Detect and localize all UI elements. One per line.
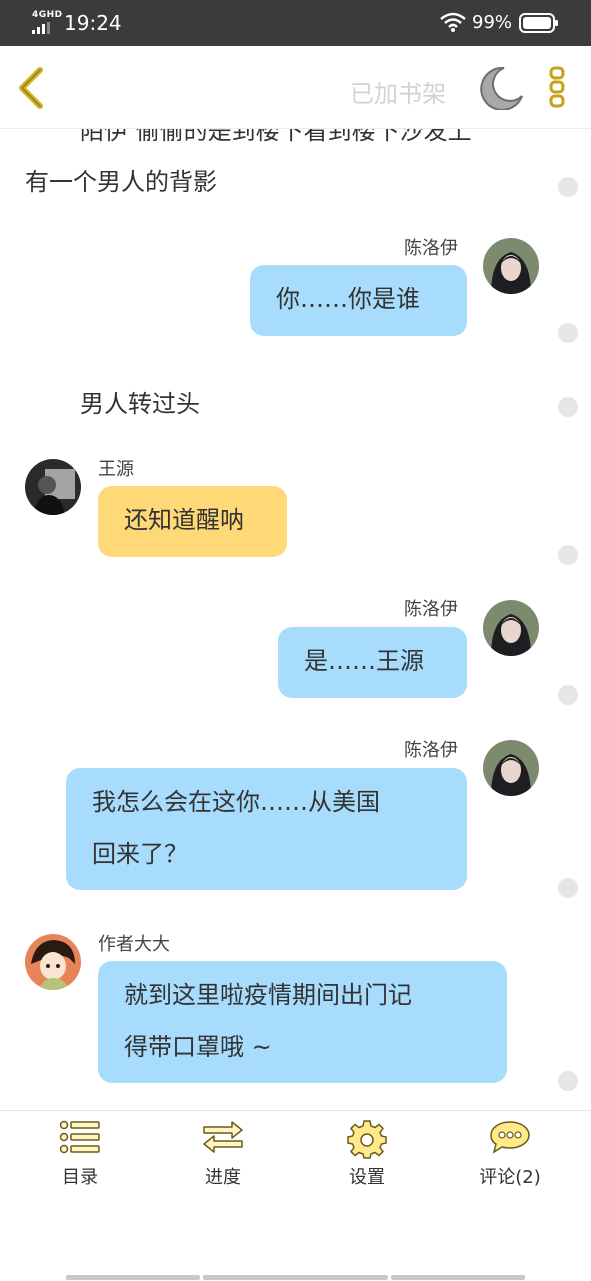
gear-icon: [347, 1120, 387, 1159]
chat-bubble: 是……王源: [278, 627, 467, 698]
swap-arrows-icon: [203, 1121, 243, 1153]
network-indicator: 4GHD: [32, 10, 63, 20]
chat-bubble: 我怎么会在这你……从美国 回来了？: [66, 768, 467, 890]
paragraph-comment-dot[interactable]: [558, 1071, 578, 1091]
chat-bubble: 还知道醒呐: [98, 486, 287, 557]
speaker-name: 作者大大: [98, 934, 170, 955]
back-arrow-icon[interactable]: [14, 66, 48, 110]
narration-cut-line: 陌伊 偷偷的是到楼下看到楼下沙发上: [80, 129, 472, 145]
avatar[interactable]: [483, 238, 539, 294]
added-to-shelf-label[interactable]: 已加书架: [350, 74, 446, 109]
avatar[interactable]: [25, 459, 81, 515]
chat-bubble-text: 我怎么会在这你……从美国: [92, 788, 380, 816]
chat-bubble-text: 就到这里啦疫情期间出门记: [124, 981, 412, 1009]
narration-line: 男人转过头: [80, 390, 200, 418]
reader-header: 已加书架: [0, 46, 591, 129]
chat-bubble-text: 是……王源: [304, 647, 424, 675]
chat-bubble-text: 得带口罩哦 ~: [124, 1033, 272, 1061]
speaker-name: 陈洛伊: [404, 238, 458, 259]
paragraph-comment-dot[interactable]: [558, 397, 578, 417]
paragraph-comment-dot[interactable]: [558, 177, 578, 197]
speaker-name: 陈洛伊: [404, 599, 458, 620]
bottom-toolbar: 目录 进度 设置 评论(2): [0, 1110, 591, 1281]
comments-label: 评论(2): [479, 1167, 541, 1188]
system-nav-bar: [66, 1275, 200, 1280]
avatar[interactable]: [483, 740, 539, 796]
avatar[interactable]: [483, 600, 539, 656]
wifi-icon: [440, 12, 466, 32]
chat-bubble-text: 还知道醒呐: [124, 506, 244, 534]
settings-label: 设置: [349, 1167, 385, 1188]
signal-icon: [32, 22, 50, 34]
author-avatar[interactable]: [25, 934, 81, 990]
more-menu-icon[interactable]: [548, 66, 568, 110]
system-nav-bar: [203, 1275, 388, 1280]
settings-button[interactable]: 设置: [317, 1119, 417, 1189]
clock: 19:24: [64, 11, 122, 35]
speaker-name: 陈洛伊: [404, 740, 458, 761]
speaker-name: 王源: [98, 459, 134, 480]
system-nav-bar: [391, 1275, 525, 1280]
paragraph-comment-dot[interactable]: [558, 545, 578, 565]
progress-button[interactable]: 进度: [173, 1119, 273, 1189]
battery-icon: [519, 13, 558, 33]
comments-button[interactable]: 评论(2): [460, 1119, 560, 1189]
chat-bubble: 就到这里啦疫情期间出门记 得带口罩哦 ~: [98, 961, 507, 1083]
paragraph-comment-dot[interactable]: [558, 685, 578, 705]
comment-bubble-icon: [490, 1121, 530, 1154]
status-bar: 4GHD 19:24 99%: [0, 0, 591, 46]
chat-bubble: 你……你是谁: [250, 265, 467, 336]
catalog-button[interactable]: 目录: [30, 1119, 130, 1189]
paragraph-comment-dot[interactable]: [558, 878, 578, 898]
chat-bubble-text: 回来了？: [92, 840, 188, 868]
battery-percent: 99%: [472, 12, 513, 33]
night-mode-moon-icon[interactable]: [478, 66, 524, 110]
progress-label: 进度: [205, 1167, 241, 1188]
narration-line: 有一个男人的背影: [25, 168, 217, 196]
chat-bubble-text: 你……你是谁: [276, 285, 420, 313]
catalog-label: 目录: [62, 1167, 98, 1188]
list-icon: [59, 1120, 100, 1154]
paragraph-comment-dot[interactable]: [558, 323, 578, 343]
